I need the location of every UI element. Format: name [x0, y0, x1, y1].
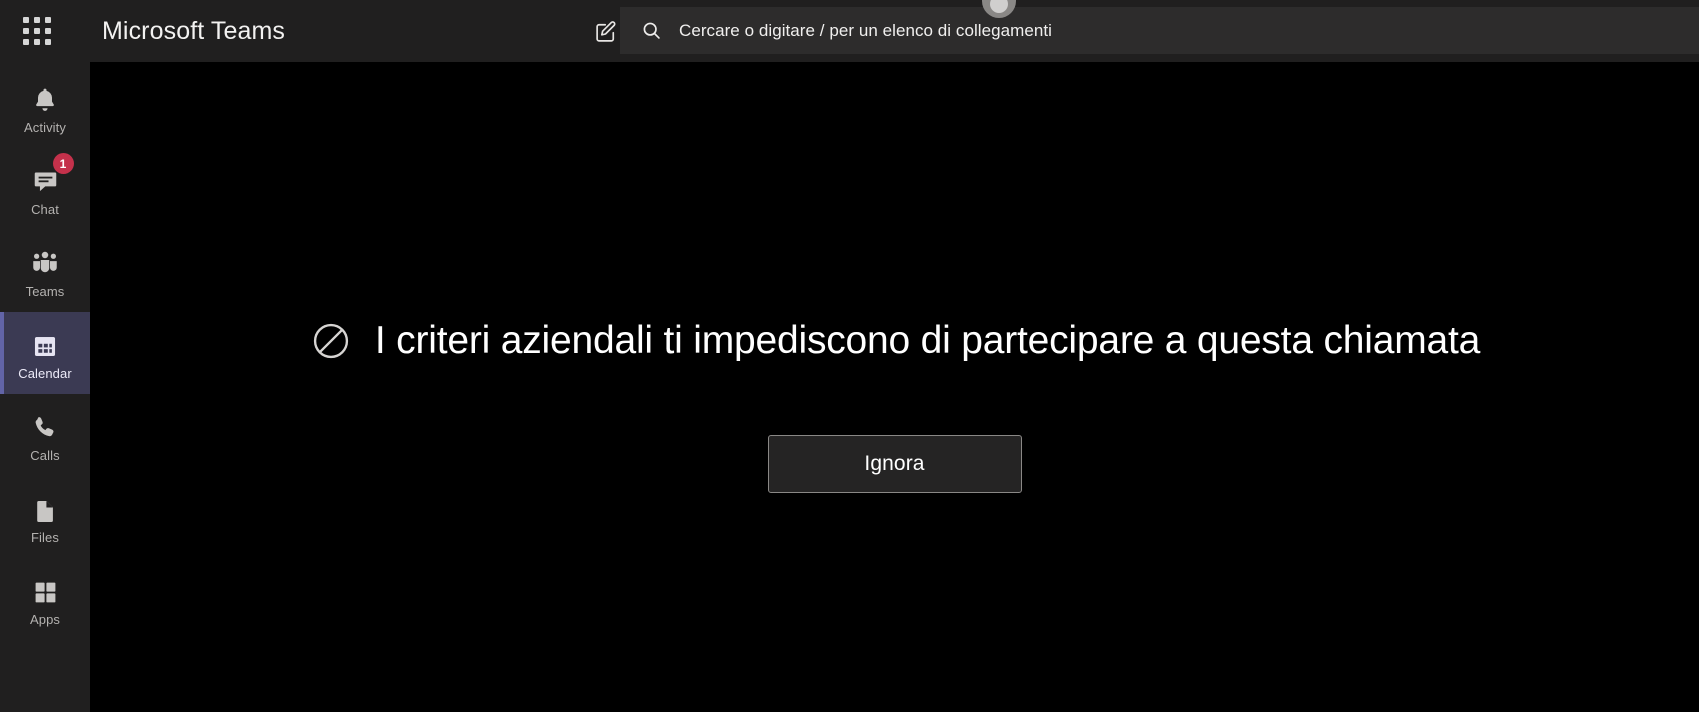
call-blocked-screen: I criteri aziendali ti impediscono di pa…	[90, 62, 1699, 712]
chat-unread-badge: 1	[52, 153, 74, 174]
sidebar-item-label: Apps	[29, 612, 61, 627]
phone-icon	[31, 408, 59, 442]
app-title: Microsoft Teams	[102, 16, 286, 45]
chat-bubble-icon: 1	[31, 153, 74, 196]
sidebar-item-label: Teams	[25, 284, 65, 299]
apps-grid-icon	[32, 572, 59, 606]
rail-item-list: Activity 1 Chat Teams Calendar Calls Fil…	[0, 62, 90, 640]
teams-glyph	[33, 251, 57, 273]
sidebar-item-label: Calls	[30, 448, 60, 463]
sidebar-item-teams[interactable]: Teams	[0, 230, 90, 312]
file-glyph	[37, 501, 53, 523]
left-rail: Activity 1 Chat Teams Calendar Calls Fil…	[0, 62, 90, 712]
search-icon	[640, 20, 662, 42]
sidebar-item-calendar[interactable]: Calendar	[0, 312, 90, 394]
teams-window: Microsoft Teams Cercare o digitare / per…	[0, 0, 1699, 712]
search-bar[interactable]	[620, 7, 1699, 54]
blocked-glyph	[313, 323, 349, 359]
sidebar-item-label: Activity	[24, 120, 66, 135]
sidebar-item-label: Calendar	[18, 366, 72, 381]
policy-notice-message: I criteri aziendali ti impediscono di pa…	[374, 318, 1481, 362]
dismiss-button[interactable]: Ignora	[767, 435, 1022, 493]
search-input[interactable]	[662, 20, 1699, 41]
magnifier-glyph	[643, 22, 660, 39]
bell-icon	[31, 80, 59, 114]
sidebar-item-label: Files	[31, 530, 59, 545]
compose-glyph	[595, 20, 615, 42]
sidebar-item-files[interactable]: Files	[0, 476, 90, 558]
top-bar: Microsoft Teams	[0, 0, 1699, 62]
apps-glyph	[35, 582, 55, 603]
calendar-glyph	[34, 337, 56, 357]
file-icon	[32, 490, 58, 524]
app-grid-icon[interactable]	[16, 10, 58, 52]
policy-notice: I criteri aziendali ti impediscono di pa…	[309, 319, 1480, 363]
people-group-icon	[30, 244, 60, 278]
sidebar-item-activity[interactable]: Activity	[0, 66, 90, 148]
sidebar-item-apps[interactable]: Apps	[0, 558, 90, 640]
blocked-circle-slash-icon	[309, 319, 353, 363]
calendar-icon	[31, 326, 59, 360]
bell-glyph	[36, 88, 54, 111]
sidebar-item-label: Chat	[31, 202, 59, 217]
sidebar-item-chat[interactable]: 1 Chat	[0, 148, 90, 230]
chat-glyph	[34, 172, 56, 192]
phone-glyph	[35, 417, 54, 437]
sidebar-item-calls[interactable]: Calls	[0, 394, 90, 476]
